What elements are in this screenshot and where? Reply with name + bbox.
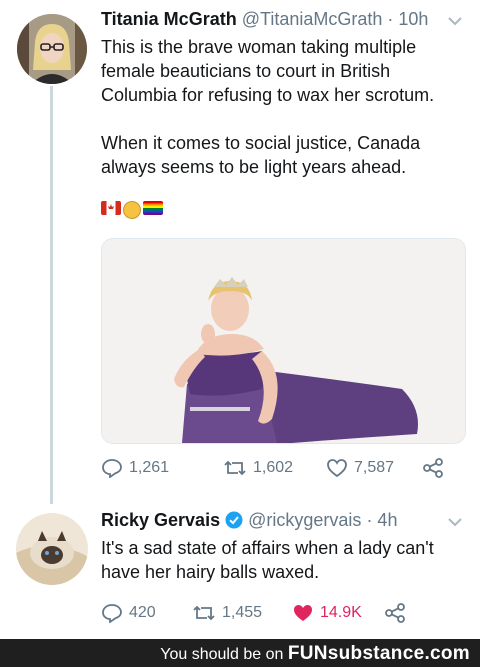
avatar[interactable]: [17, 14, 87, 84]
retweet-count: 1,602: [253, 459, 294, 476]
tweet-photo[interactable]: [101, 238, 466, 444]
tweet-header: Titania McGrath @TitaniaMcGrath · 10h: [101, 9, 428, 30]
raised-fist-icon: [123, 201, 141, 219]
display-name[interactable]: Ricky Gervais: [101, 510, 220, 530]
timestamp[interactable]: · 10h: [387, 9, 428, 29]
reply-count: 420: [129, 604, 156, 621]
watermark-prefix: You should be on: [160, 646, 284, 663]
reply-icon: [102, 604, 122, 623]
share-button[interactable]: [422, 458, 444, 478]
tweet-titania[interactable]: Titania McGrath @TitaniaMcGrath · 10h Th…: [0, 0, 480, 505]
username[interactable]: @rickygervais: [248, 510, 361, 530]
share-icon: [423, 458, 443, 478]
thread-connector: [50, 86, 53, 504]
share-button[interactable]: [384, 603, 406, 623]
retweet-icon: [193, 605, 215, 621]
chevron-down-icon[interactable]: [448, 16, 462, 26]
tweet-actions: 1,261 1,602 7,587: [101, 458, 444, 478]
watermark-brand: FUNsubstance.com: [287, 643, 470, 664]
avatar-portrait-icon: [17, 14, 87, 84]
avatar[interactable]: [16, 513, 88, 585]
reply-icon: [102, 459, 122, 478]
emoji-row: [101, 201, 163, 219]
reply-count: 1,261: [129, 459, 170, 476]
tweet-header: Ricky Gervais @rickygervais · 4h: [101, 510, 397, 531]
watermark-bar: You should be on FUNsubstance.com: [0, 639, 480, 667]
timestamp[interactable]: · 4h: [366, 510, 397, 530]
retweet-button[interactable]: 1,602: [223, 458, 326, 478]
display-name[interactable]: Titania McGrath: [101, 9, 237, 29]
heart-filled-icon: [294, 605, 312, 621]
username[interactable]: @TitaniaMcGrath: [242, 9, 383, 29]
like-button[interactable]: 7,587: [326, 458, 422, 478]
tweet-text: It's a sad state of affairs when a lady …: [101, 538, 434, 582]
retweet-count: 1,455: [222, 604, 263, 621]
heart-icon: [327, 459, 347, 478]
verified-badge-icon: [225, 511, 243, 529]
like-button[interactable]: 14.9K: [292, 603, 384, 623]
reply-button[interactable]: 420: [101, 603, 192, 623]
watermark-text: You should be on FUNsubstance.com: [160, 643, 470, 665]
photo-woman-purple-dress-icon: [102, 239, 465, 443]
share-icon: [385, 603, 405, 623]
tweet-actions: 420 1,455 14.9K: [101, 603, 406, 623]
retweet-button[interactable]: 1,455: [192, 603, 292, 623]
retweet-icon: [224, 460, 246, 476]
like-count: 7,587: [354, 459, 395, 476]
like-count: 14.9K: [320, 604, 362, 621]
rainbow-flag-icon: [143, 201, 163, 215]
reply-button[interactable]: 1,261: [101, 458, 223, 478]
tweet-ricky[interactable]: Ricky Gervais @rickygervais · 4h It's a …: [0, 505, 480, 639]
tweet-text: This is the brave woman taking multiple …: [101, 37, 435, 177]
avatar-cat-icon: [16, 513, 88, 585]
chevron-down-icon[interactable]: [448, 517, 462, 527]
canada-flag-icon: [101, 201, 121, 215]
